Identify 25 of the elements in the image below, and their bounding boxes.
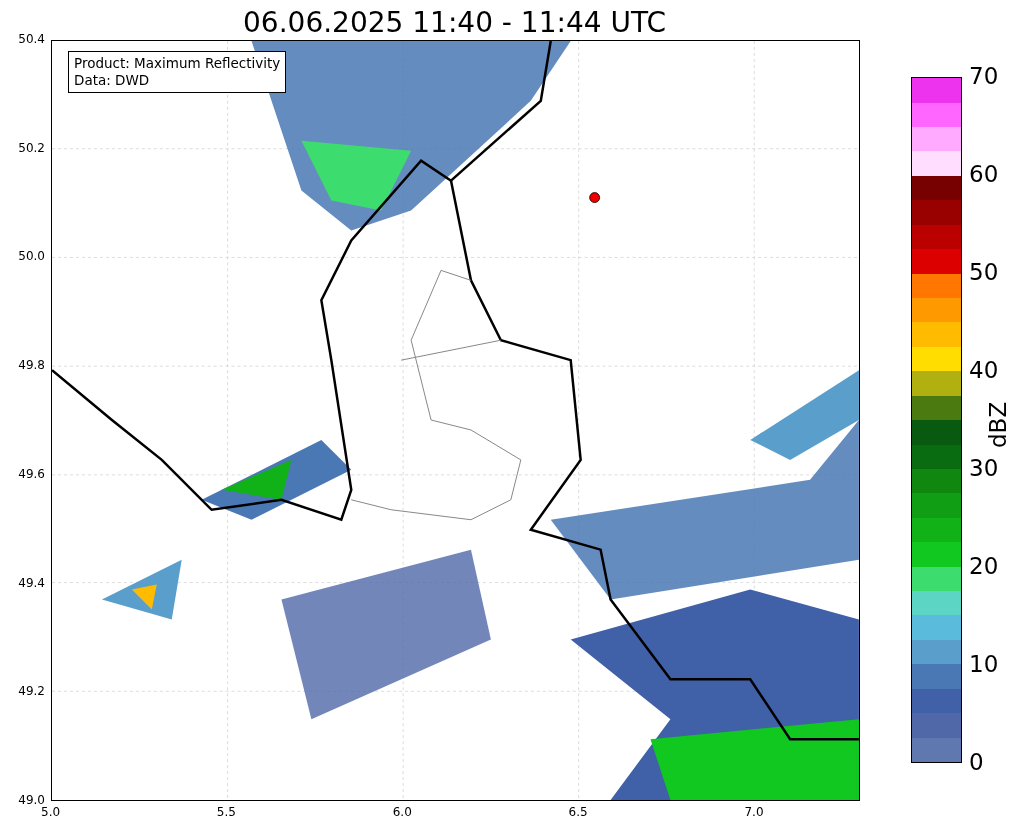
- colorbar-tick-label: 50: [969, 261, 999, 284]
- legend-text: Product: Maximum Reflectivity: [74, 55, 281, 72]
- y-tick-label: 49.4: [18, 575, 45, 590]
- legend-text: Data: DWD: [74, 72, 151, 89]
- y-tick-label: 49.2: [18, 684, 45, 699]
- x-tick-label: 6.5: [568, 805, 588, 819]
- colorbar-tick-label: 0: [969, 751, 984, 774]
- x-tick-label: 7.0: [744, 805, 764, 819]
- colorbar-tick-label: 40: [969, 359, 999, 382]
- colorbar-tick-label: 70: [969, 65, 999, 88]
- y-tick-label: 50.2: [18, 140, 45, 155]
- colorbar-label: dBZ: [985, 401, 1011, 448]
- y-tick-label: 49.8: [18, 358, 45, 373]
- y-tick-label: 50.0: [18, 249, 45, 264]
- colorbar-tick-label: 10: [969, 653, 999, 676]
- colorbar-tick-label: 60: [969, 163, 999, 186]
- chart-title: 06.06.2025 11:40 - 11:44 UTC: [243, 5, 666, 39]
- y-tick-label: 50.4: [18, 32, 45, 46]
- x-tick-label: 5.5: [216, 805, 236, 819]
- x-tick-label: 6.0: [392, 805, 412, 819]
- x-tick-label: 5.0: [41, 805, 61, 819]
- colorbar-tick-label: 20: [969, 555, 999, 578]
- colorbar-tick-label: 30: [969, 457, 999, 480]
- y-tick-label: 49.0: [18, 793, 45, 807]
- y-tick-label: 49.6: [18, 466, 45, 481]
